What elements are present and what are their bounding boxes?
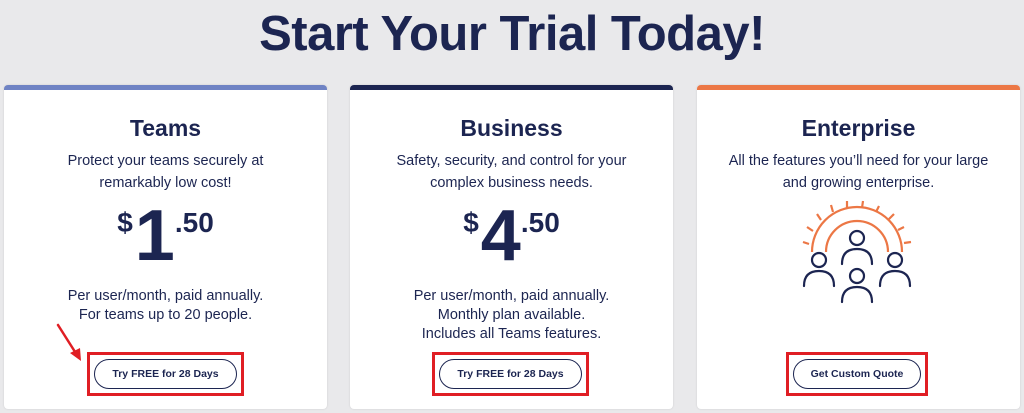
plan-notes-teams: Per user/month, paid annually. For teams… [24,287,307,325]
price-whole: 1 [134,196,175,276]
try-free-button-business[interactable]: Try FREE for 28 Days [439,359,582,389]
plan-note: Monthly plan available. [437,307,586,323]
page-title: Start Your Trial Today! [259,7,765,61]
try-free-button-teams[interactable]: Try FREE for 28 Days [94,359,237,389]
plan-title-enterprise: Enterprise [801,115,916,141]
plan-card-enterprise: Enterprise All the features you’ll need … [697,85,1020,409]
plan-price-teams: $ 1 .50 [4,198,327,278]
price-cents: .50 [520,207,560,238]
plan-price-business: $ 4 .50 [350,198,673,278]
plan-note: Includes all Teams features. [421,326,602,342]
plan-note: Per user/month, paid annually. [413,288,610,304]
highlight-box: Try FREE for 28 Days [432,352,589,396]
highlight-box: Try FREE for 28 Days [87,352,244,396]
price-cents: .50 [174,207,214,238]
plan-card-business: Business Safety, security, and control f… [350,85,673,409]
plan-title-teams: Teams [129,115,202,141]
team-gear-icon [802,200,912,304]
highlight-box: Get Custom Quote [786,352,928,396]
price-whole: 4 [480,196,521,276]
get-custom-quote-button[interactable]: Get Custom Quote [793,359,921,389]
plan-note: Per user/month, paid annually. [67,288,264,304]
plan-description-business: Safety, security, and control for your c… [396,153,627,191]
price-currency: $ [463,207,479,238]
price-currency: $ [117,207,133,238]
plan-notes-business: Per user/month, paid annually. Monthly p… [370,287,653,344]
plan-card-teams: Teams Protect your teams securely at rem… [4,85,327,409]
plan-description-enterprise: All the features you’ll need for your la… [728,153,989,191]
plan-description-teams: Protect your teams securely at remarkabl… [67,153,264,191]
red-arrow-icon [56,323,81,361]
plan-title-business: Business [460,115,563,141]
